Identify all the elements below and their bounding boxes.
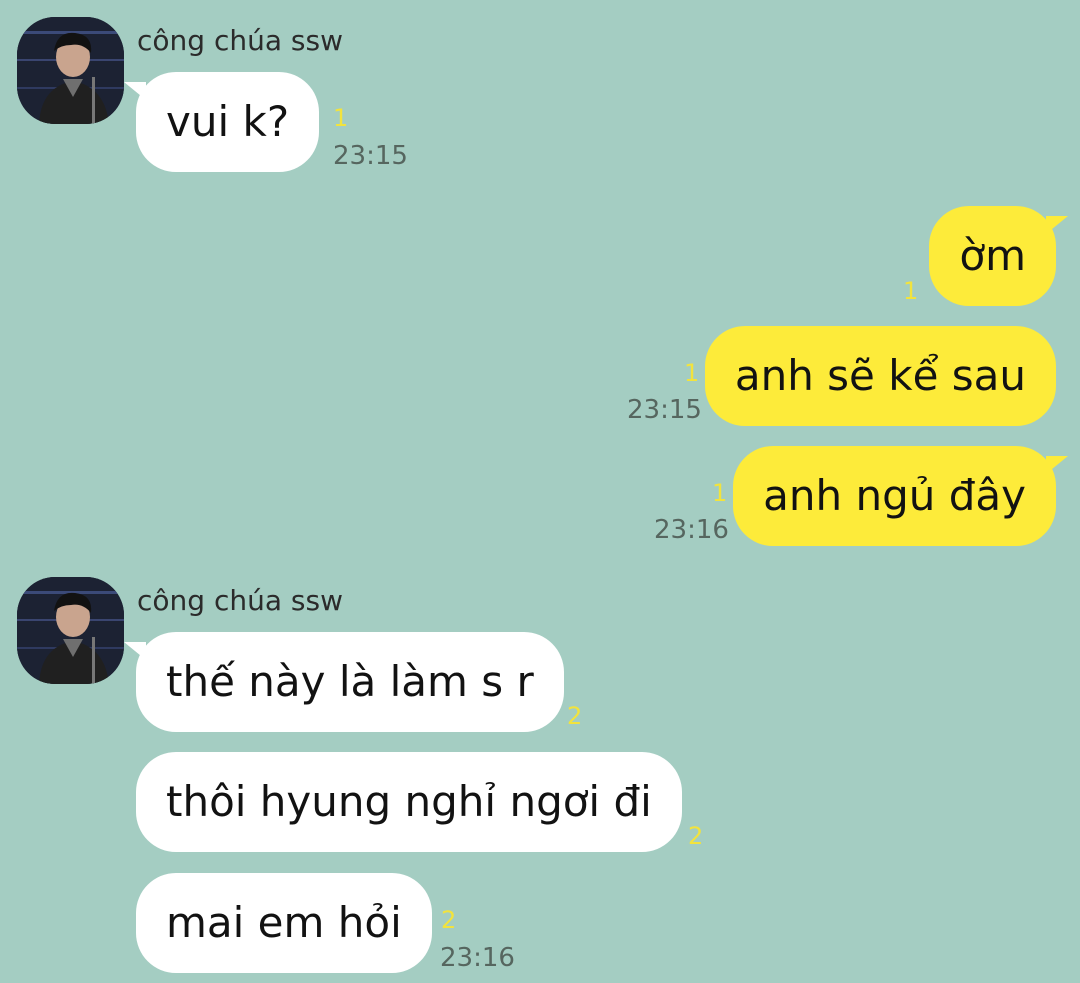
message-bubble-incoming[interactable]: vui k? [123, 72, 320, 172]
message-timestamp: 23:15 [627, 395, 702, 425]
avatar-photo [17, 17, 124, 124]
message-timestamp: 23:16 [654, 515, 729, 545]
message-timestamp: 23:15 [333, 141, 408, 171]
unread-count: 1 [684, 359, 700, 387]
sender-name: công chúa ssw [137, 584, 343, 617]
avatar-photo [17, 577, 124, 684]
unread-count: 2 [688, 822, 704, 850]
avatar[interactable] [17, 17, 124, 124]
sender-name: công chúa ssw [137, 24, 343, 57]
message-bubble-outgoing[interactable]: anh ngủ đây [733, 446, 1068, 546]
avatar[interactable] [17, 577, 124, 684]
chat-area[interactable]: công chúa ssw vui k? 1 23:15 ờm 1 anh sẽ… [0, 0, 1080, 983]
unread-count: 2 [567, 702, 583, 730]
message-bubble-outgoing[interactable]: anh sẽ kể sau [704, 326, 1056, 426]
unread-count: 1 [903, 277, 919, 305]
unread-count: 2 [441, 906, 457, 934]
message-bubble-outgoing[interactable]: ờm [929, 206, 1068, 306]
message-timestamp: 23:16 [440, 943, 515, 973]
message-bubble-incoming[interactable]: thôi hyung nghỉ ngơi đi [136, 752, 682, 852]
unread-count: 1 [712, 479, 728, 507]
unread-count: 1 [333, 104, 349, 132]
message-bubble-incoming[interactable]: mai em hỏi [136, 873, 432, 973]
message-bubble-incoming[interactable]: thế này là làm s r [124, 632, 564, 732]
